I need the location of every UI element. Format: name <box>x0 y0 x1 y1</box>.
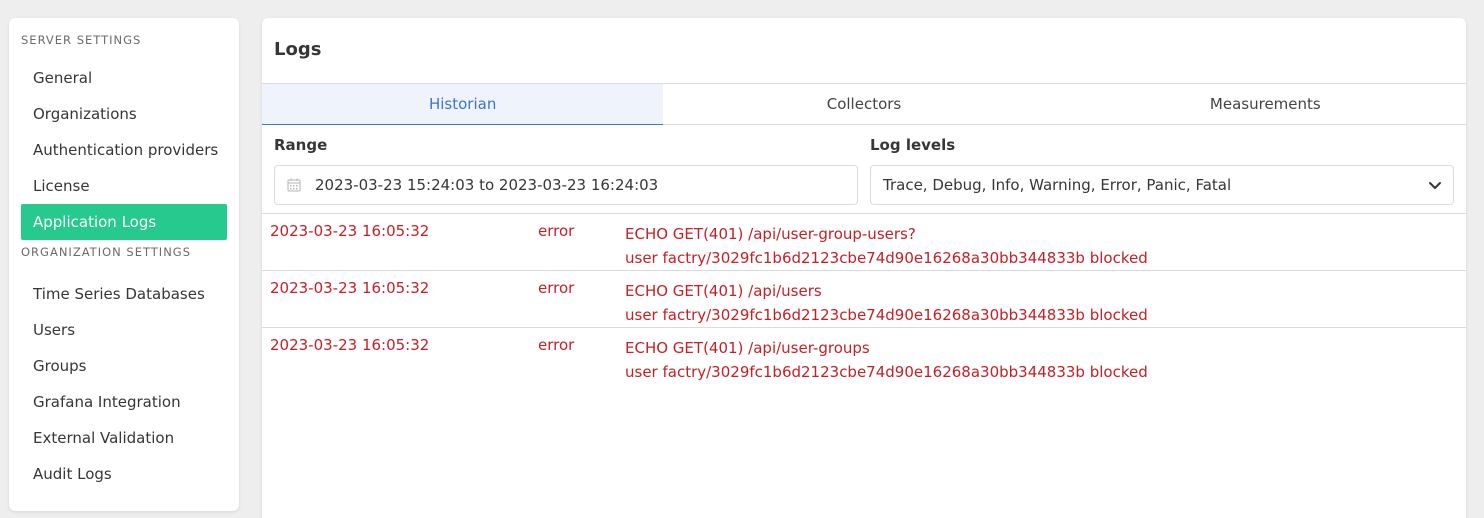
log-message: ECHO GET(401) /api/user-groups user fact… <box>625 336 1148 384</box>
log-source-tabs: Historian Collectors Measurements <box>262 83 1466 125</box>
chevron-down-icon <box>1427 177 1443 193</box>
log-levels-select[interactable]: Trace, Debug, Info, Warning, Error, Pani… <box>870 165 1454 205</box>
log-level: error <box>538 336 575 354</box>
log-message-line: ECHO GET(401) /api/user-group-users? <box>625 225 916 243</box>
tab-collectors[interactable]: Collectors <box>663 84 1064 124</box>
sidebar-item-groups[interactable]: Groups <box>21 348 227 384</box>
log-levels-label: Log levels <box>870 136 956 154</box>
organization-settings-heading: ORGANIZATION SETTINGS <box>21 245 192 259</box>
log-message-line: user factry/3029fc1b6d2123cbe74d90e16268… <box>625 249 1148 267</box>
sidebar-item-external-validation[interactable]: External Validation <box>21 420 227 456</box>
calendar-icon <box>287 178 301 192</box>
sidebar-item-general[interactable]: General <box>21 60 227 96</box>
sidebar-item-organizations[interactable]: Organizations <box>21 96 227 132</box>
sidebar-item-time-series-databases[interactable]: Time Series Databases <box>21 276 227 312</box>
sidebar-item-license[interactable]: License <box>21 168 227 204</box>
tab-historian[interactable]: Historian <box>262 84 664 125</box>
server-settings-heading: SERVER SETTINGS <box>21 33 142 47</box>
sidebar-item-audit-logs[interactable]: Audit Logs <box>21 456 227 492</box>
tab-measurements[interactable]: Measurements <box>1065 84 1466 124</box>
logs-panel: Logs Historian Collectors Measurements R… <box>262 18 1466 518</box>
log-level: error <box>538 279 575 297</box>
sidebar-item-authentication-providers[interactable]: Authentication providers <box>21 132 227 168</box>
range-value: 2023-03-23 15:24:03 to 2023-03-23 16:24:… <box>315 176 659 194</box>
sidebar-item-users[interactable]: Users <box>21 312 227 348</box>
log-timestamp: 2023-03-23 16:05:32 <box>270 336 430 354</box>
page-title: Logs <box>274 39 322 60</box>
log-message: ECHO GET(401) /api/users user factry/302… <box>625 279 1148 327</box>
log-level: error <box>538 222 575 240</box>
table-row: 2023-03-23 16:05:32 error ECHO GET(401) … <box>262 328 1466 385</box>
log-message-line: ECHO GET(401) /api/users <box>625 282 822 300</box>
log-levels-value: Trace, Debug, Info, Warning, Error, Pani… <box>883 176 1232 194</box>
table-row: 2023-03-23 16:05:32 error ECHO GET(401) … <box>262 214 1466 271</box>
table-row: 2023-03-23 16:05:32 error ECHO GET(401) … <box>262 271 1466 328</box>
log-message-line: ECHO GET(401) /api/user-groups <box>625 339 870 357</box>
log-message-line: user factry/3029fc1b6d2123cbe74d90e16268… <box>625 306 1148 324</box>
log-timestamp: 2023-03-23 16:05:32 <box>270 222 430 240</box>
log-message: ECHO GET(401) /api/user-group-users? use… <box>625 222 1148 270</box>
log-table: 2023-03-23 16:05:32 error ECHO GET(401) … <box>262 213 1466 385</box>
server-settings-nav: General Organizations Authentication pro… <box>9 60 239 240</box>
sidebar-item-application-logs[interactable]: Application Logs <box>21 204 227 240</box>
sidebar-item-grafana-integration[interactable]: Grafana Integration <box>21 384 227 420</box>
log-timestamp: 2023-03-23 16:05:32 <box>270 279 430 297</box>
organization-settings-nav: Time Series Databases Users Groups Grafa… <box>9 276 239 492</box>
range-input[interactable]: 2023-03-23 15:24:03 to 2023-03-23 16:24:… <box>274 165 858 205</box>
range-label: Range <box>274 136 328 154</box>
settings-sidebar: SERVER SETTINGS General Organizations Au… <box>9 18 239 511</box>
log-message-line: user factry/3029fc1b6d2123cbe74d90e16268… <box>625 363 1148 381</box>
